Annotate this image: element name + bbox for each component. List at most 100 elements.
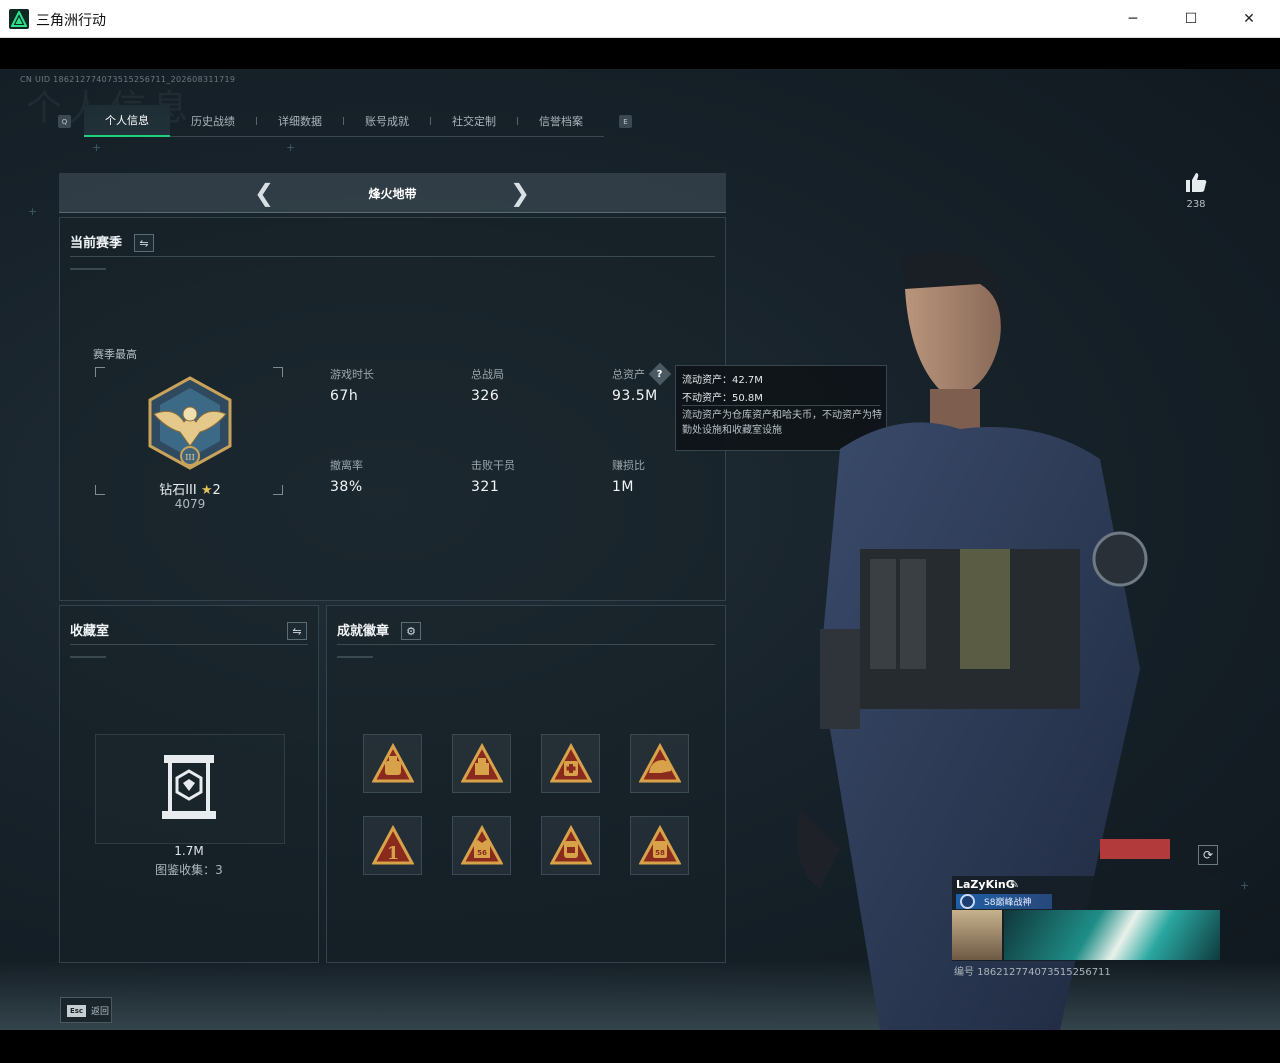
stat-label-playtime: 游戏时长 <box>330 368 374 381</box>
achievement-badge-number-1[interactable]: 1 <box>363 816 422 875</box>
panel-divider <box>70 644 308 645</box>
panel-subline <box>70 268 106 270</box>
player-name: LaZyKinG <box>956 878 1015 891</box>
season-panel: 当前赛季 ⇋ 赛季最高 III 钻石III ★2 4079 游戏时长 67h 总… <box>59 217 726 601</box>
rank-score: 4079 <box>174 497 206 511</box>
stat-label-extraction-rate: 撤离率 <box>330 459 363 472</box>
deco-plus-icon: + <box>92 141 102 154</box>
tab-match-history[interactable]: 历史战绩 <box>170 105 256 137</box>
pack-badge-icon: 58 <box>639 825 681 865</box>
maximize-button[interactable]: ☐ <box>1162 0 1220 38</box>
window-title: 三角洲行动 <box>36 13 106 29</box>
stat-label-matches: 总战局 <box>471 368 504 381</box>
refresh-button[interactable]: ⟳ <box>1198 845 1218 865</box>
box-badge-icon <box>461 743 503 783</box>
tooltip-fixed-assets: 不动资产：50.8M <box>682 393 763 404</box>
edit-icon[interactable]: ✎ <box>1010 878 1019 891</box>
achievements-title: 成就徽章 <box>337 624 390 639</box>
tab-social[interactable]: 社交定制 <box>431 105 517 137</box>
like-count: 238 <box>1186 199 1206 210</box>
mode-next-button[interactable]: ❯ <box>506 179 534 207</box>
achievements-panel: 成就徽章 ⚙ 1 56 58 <box>326 605 726 963</box>
assets-help-icon[interactable]: ? <box>648 362 672 386</box>
achievement-badge-helmet[interactable] <box>630 734 689 793</box>
collection-swap-button[interactable]: ⇋ <box>287 622 307 640</box>
collection-display-case[interactable] <box>95 734 285 844</box>
back-button[interactable]: Esc 返回 <box>60 997 112 1023</box>
esc-key-cap: Esc <box>67 1005 86 1017</box>
collection-count: 图鉴收集：3 <box>155 863 223 877</box>
back-label: 返回 <box>91 1007 110 1017</box>
achievement-badge-bag[interactable] <box>363 734 422 793</box>
achievement-badge-vest-56[interactable]: 56 <box>452 816 511 875</box>
close-button[interactable]: ✕ <box>1220 0 1278 38</box>
stat-value-matches: 326 <box>471 388 500 404</box>
collection-panel: 收藏室 ⇋ 1.7M 图鉴收集：3 <box>59 605 319 963</box>
tab-next-key[interactable]: E <box>619 115 632 128</box>
panel-divider <box>70 256 715 257</box>
rank-stars: 2 <box>212 483 221 498</box>
minimize-button[interactable]: ─ <box>1104 0 1162 38</box>
stat-value-kills: 321 <box>471 479 500 495</box>
stat-value-profit-ratio: 1M <box>612 479 634 495</box>
player-uid: 编号 18621277407351525671​1 <box>954 967 1111 978</box>
player-card[interactable]: LaZyKinG ✎ S8巅峰战神 <box>952 876 1220 961</box>
deco-plus-icon: + <box>286 141 296 154</box>
rank-name: 钻石III ★2 <box>130 479 250 498</box>
tab-bar: 个人信息 历史战绩 详细数据 账号成就 社交定制 信誉档案 <box>84 105 604 137</box>
title-emblem-icon <box>960 894 975 909</box>
stat-label-kills: 击败干员 <box>471 459 515 472</box>
number-badge-icon: 1 <box>372 825 414 865</box>
app-logo-icon <box>9 9 29 29</box>
stat-label-total-assets: 总资产 <box>612 368 645 381</box>
achievement-badge-backpack[interactable] <box>541 816 600 875</box>
badge-number-text: 58 <box>655 849 665 857</box>
achievement-badge-medkit[interactable] <box>541 734 600 793</box>
frame-corner <box>95 367 105 377</box>
rank-name-text: 钻石III <box>159 483 197 498</box>
uid-text: CN UID 18621277407351525671​1_2026083117… <box>20 75 236 84</box>
stat-value-total-assets: 93.5M <box>612 388 658 404</box>
vest-badge-icon: 56 <box>461 825 503 865</box>
season-best-label: 赛季最高 <box>93 348 137 361</box>
achievements-settings-button[interactable]: ⚙ <box>401 622 421 640</box>
stat-label-profit-ratio: 赚损比 <box>612 459 645 472</box>
thumbs-up-icon[interactable] <box>1184 171 1208 193</box>
tab-credit-record[interactable]: 信誉档案 <box>518 105 604 137</box>
mode-header: ❮ 烽火地带 ❯ <box>59 173 726 213</box>
tab-detailed-data[interactable]: 详细数据 <box>257 105 343 137</box>
achievement-badge-pack-58[interactable]: 58 <box>630 816 689 875</box>
panel-subline <box>70 656 106 658</box>
frame-corner <box>273 485 283 495</box>
season-title: 当前赛季 <box>70 236 123 251</box>
tab-personal-info[interactable]: 个人信息 <box>84 105 170 137</box>
profile-banner <box>1004 910 1220 960</box>
tab-prev-key[interactable]: Q <box>58 115 71 128</box>
badge-number-text: 56 <box>477 849 487 857</box>
tooltip-liquid-assets: 流动资产：42.7M <box>682 375 763 386</box>
collection-value: 1.7M <box>174 844 204 858</box>
star-icon: ★ <box>200 483 213 498</box>
backpack-badge-icon <box>550 825 592 865</box>
collection-title: 收藏室 <box>70 624 110 639</box>
diamond-rank-emblem-icon: III <box>148 376 232 470</box>
achievement-badge-box[interactable] <box>452 734 511 793</box>
deco-plus-icon: + <box>28 205 38 218</box>
tab-achievements[interactable]: 账号成就 <box>344 105 430 137</box>
medkit-badge-icon <box>550 743 592 783</box>
stat-value-extraction-rate: 38% <box>330 479 363 495</box>
bag-badge-icon <box>372 743 414 783</box>
panel-subline <box>337 656 373 658</box>
frame-corner <box>95 485 105 495</box>
game-stage: 个人信息 CN UID 18621277407351525671​1_20260… <box>0 69 1280 1030</box>
season-swap-button[interactable]: ⇋ <box>134 234 154 252</box>
deco-plus-icon: + <box>1240 879 1250 892</box>
window-titlebar: 三角洲行动 ─ ☐ ✕ <box>0 0 1280 38</box>
svg-text:III: III <box>185 453 194 462</box>
letterbox-bottom <box>0 1030 1280 1063</box>
avatar[interactable] <box>952 910 1002 960</box>
badge-number-text: 1 <box>387 843 400 864</box>
frame-corner <box>273 367 283 377</box>
letterbox-top <box>0 38 1280 69</box>
helmet-badge-icon <box>639 743 681 783</box>
